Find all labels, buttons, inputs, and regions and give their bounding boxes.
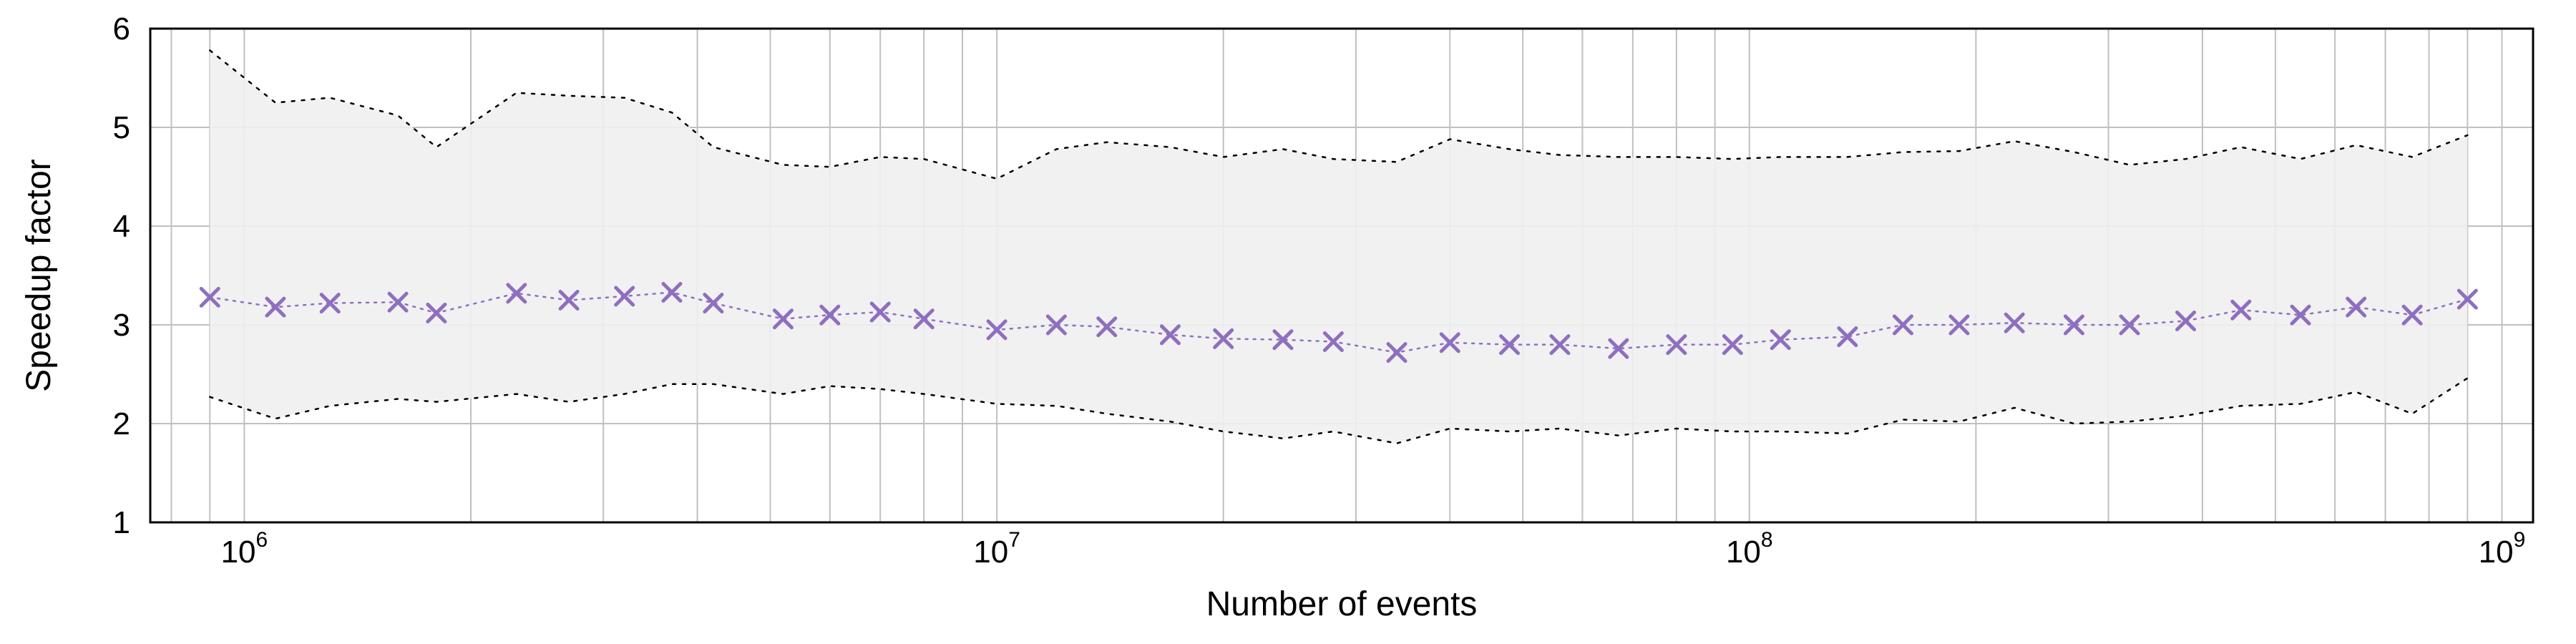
y-tick-label: 1 xyxy=(113,505,130,540)
y-tick-label: 3 xyxy=(113,308,130,343)
x-tick-label: 107 xyxy=(973,528,1020,570)
x-tick-label: 108 xyxy=(1726,528,1773,570)
x-axis-label: Number of events xyxy=(1206,585,1478,623)
y-tick-label: 4 xyxy=(113,209,130,244)
y-axis-label: Speedup factor xyxy=(20,159,58,392)
chart-canvas: 1 2 3 4 5 6 106 107 108 109 Number of events Spee… xyxy=(0,0,2576,644)
y-tick-label: 6 xyxy=(113,11,130,47)
x-tick-label: 109 xyxy=(2479,528,2526,570)
speedup-chart: 1 2 3 4 5 6 106 107 108 109 Number of events Spee… xyxy=(0,0,2576,644)
y-tick-label: 5 xyxy=(113,110,130,145)
x-tick-label: 106 xyxy=(221,528,268,570)
y-tick-label: 2 xyxy=(113,406,130,441)
